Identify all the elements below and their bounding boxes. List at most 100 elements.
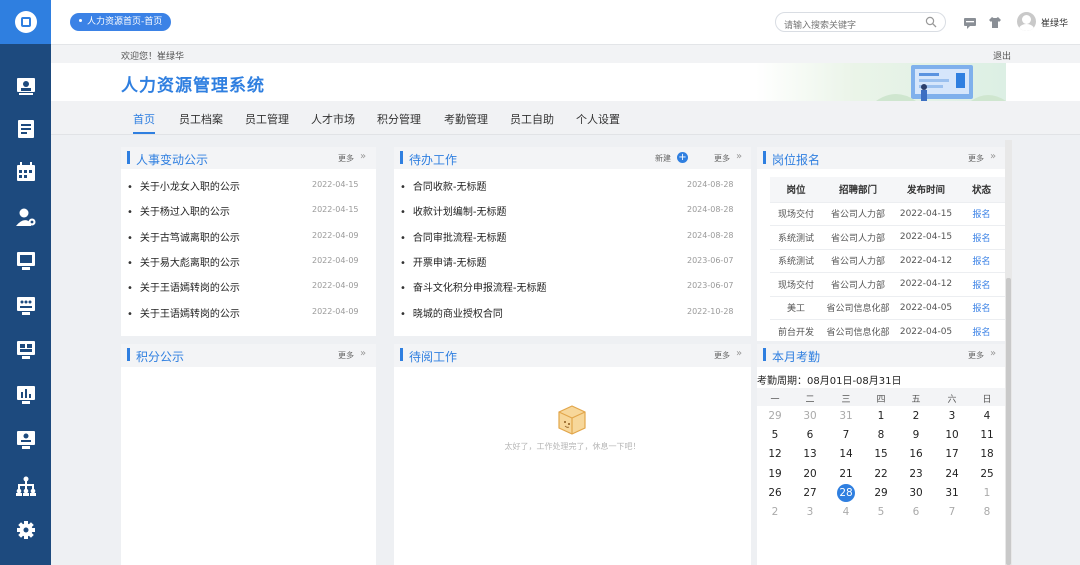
chevron-right-icon[interactable]: » (736, 151, 742, 162)
id-screen-icon[interactable] (15, 430, 37, 450)
employee-card-icon[interactable] (15, 76, 37, 96)
calendar-day[interactable]: 16 (906, 448, 926, 460)
calendar-day[interactable]: 13 (800, 448, 820, 460)
menu-item-employee-management[interactable]: 员工管理 (245, 111, 289, 127)
calendar-day[interactable]: 14 (836, 448, 856, 460)
dashboard-screen-icon[interactable] (15, 296, 37, 316)
list-item[interactable]: 开票申请-无标题 (400, 254, 487, 269)
scrollbar-thumb[interactable] (1006, 278, 1011, 565)
calendar-day[interactable]: 5 (871, 506, 891, 518)
apply-link[interactable]: 报名 (958, 201, 1005, 226)
page-scrollbar[interactable] (1005, 140, 1012, 565)
list-item[interactable]: 合同审批流程-无标题 (400, 229, 507, 244)
calendar-day[interactable]: 10 (942, 429, 962, 441)
chevron-right-icon[interactable]: » (360, 348, 366, 359)
add-icon[interactable]: + (677, 152, 688, 163)
calendar-day[interactable]: 12 (765, 448, 785, 460)
new-link[interactable]: 新建 (655, 153, 671, 164)
calendar-day[interactable]: 5 (765, 429, 785, 441)
more-link[interactable]: 更多 (338, 153, 354, 164)
calendar-day[interactable]: 20 (800, 468, 820, 480)
breadcrumb-tab[interactable]: 人力资源首页-首页 (70, 13, 172, 31)
calendar-day[interactable]: 3 (942, 410, 962, 422)
calendar-day[interactable]: 19 (765, 468, 785, 480)
calendar-day[interactable]: 6 (906, 506, 926, 518)
username[interactable]: 崔绿华 (1041, 16, 1068, 29)
calendar-day[interactable]: 30 (800, 410, 820, 422)
gear-icon[interactable] (15, 520, 37, 540)
calendar-day[interactable]: 23 (906, 468, 926, 480)
calendar-day[interactable]: 8 (977, 506, 997, 518)
calendar-day[interactable]: 15 (871, 448, 891, 460)
menu-item-home[interactable]: 首页 (133, 111, 155, 127)
more-link[interactable]: 更多 (968, 153, 984, 164)
menu-item-points[interactable]: 积分管理 (377, 111, 421, 127)
grid-screen-icon[interactable] (15, 340, 37, 360)
avatar[interactable] (1017, 12, 1036, 31)
calendar-day[interactable]: 29 (871, 487, 891, 499)
list-item[interactable]: 晓城的商业授权合同 (400, 305, 503, 320)
calendar-day[interactable]: 22 (871, 468, 891, 480)
org-chart-icon[interactable] (15, 476, 37, 496)
apply-link[interactable]: 报名 (958, 295, 1005, 320)
user-settings-icon[interactable] (15, 207, 37, 227)
calendar-day[interactable]: 7 (942, 506, 962, 518)
apply-link[interactable]: 报名 (958, 248, 1005, 273)
list-item[interactable]: 关于小龙女入职的公示 (127, 178, 240, 193)
calendar-day[interactable]: 18 (977, 448, 997, 460)
logout-link[interactable]: 退出 (993, 49, 1011, 62)
chevron-right-icon[interactable]: » (360, 151, 366, 162)
menu-item-talent-market[interactable]: 人才市场 (311, 111, 355, 127)
calendar-day[interactable]: 2 (906, 410, 926, 422)
calendar-day[interactable]: 24 (942, 468, 962, 480)
calendar-day[interactable]: 11 (977, 429, 997, 441)
calendar-day[interactable]: 9 (906, 429, 926, 441)
calendar-icon[interactable] (15, 162, 37, 182)
calendar-day[interactable]: 31 (942, 487, 962, 499)
more-link[interactable]: 更多 (714, 350, 730, 361)
calendar-day[interactable]: 30 (906, 487, 926, 499)
shirt-icon[interactable] (988, 15, 1002, 29)
chevron-right-icon[interactable]: » (990, 151, 996, 162)
search-icon[interactable] (925, 16, 937, 28)
menu-item-personal-settings[interactable]: 个人设置 (576, 111, 620, 127)
calendar-day[interactable]: 8 (871, 429, 891, 441)
list-item[interactable]: 合同收款-无标题 (400, 178, 487, 193)
list-item[interactable]: 关于易大彪离职的公示 (127, 254, 240, 269)
more-link[interactable]: 更多 (338, 350, 354, 361)
calendar-day[interactable]: 31 (836, 410, 856, 422)
more-link[interactable]: 更多 (714, 153, 730, 164)
monitor-icon[interactable] (15, 251, 37, 271)
calendar-day[interactable]: 17 (942, 448, 962, 460)
calendar-day[interactable]: 4 (977, 410, 997, 422)
list-item[interactable]: 关于杨过入职的公示 (127, 203, 230, 218)
calendar-day[interactable]: 1 (977, 487, 997, 499)
apply-link[interactable]: 报名 (958, 272, 1005, 296)
list-item[interactable]: 关于古笃诚离职的公示 (127, 229, 240, 244)
calendar-day[interactable]: 6 (800, 429, 820, 441)
calendar-day[interactable]: 26 (765, 487, 785, 499)
list-item[interactable]: 收款计划编制-无标题 (400, 203, 507, 218)
app-logo[interactable] (0, 0, 51, 44)
calendar-day[interactable]: 27 (800, 487, 820, 499)
list-item[interactable]: 关于王语嫣转岗的公示 (127, 305, 240, 320)
calendar-day[interactable]: 29 (765, 410, 785, 422)
menu-item-employee-files[interactable]: 员工档案 (179, 111, 223, 127)
list-item[interactable]: 奋斗文化积分申报流程-无标题 (400, 279, 547, 294)
chevron-right-icon[interactable]: » (736, 348, 742, 359)
menu-item-attendance[interactable]: 考勤管理 (444, 111, 488, 127)
calendar-day[interactable]: 2 (765, 506, 785, 518)
calendar-day[interactable]: 1 (871, 410, 891, 422)
apply-link[interactable]: 报名 (958, 319, 1005, 343)
apply-link[interactable]: 报名 (958, 225, 1005, 249)
calendar-day[interactable]: 21 (836, 468, 856, 480)
calendar-day[interactable]: 3 (800, 506, 820, 518)
bar-report-icon[interactable] (15, 385, 37, 405)
search-input[interactable] (776, 17, 916, 35)
list-item[interactable]: 关于王语嫣转岗的公示 (127, 279, 240, 294)
menu-item-self-service[interactable]: 员工自助 (510, 111, 554, 127)
calendar-day[interactable]: 7 (836, 429, 856, 441)
document-list-icon[interactable] (15, 119, 37, 139)
calendar-day[interactable]: 25 (977, 468, 997, 480)
message-icon[interactable] (963, 15, 977, 29)
